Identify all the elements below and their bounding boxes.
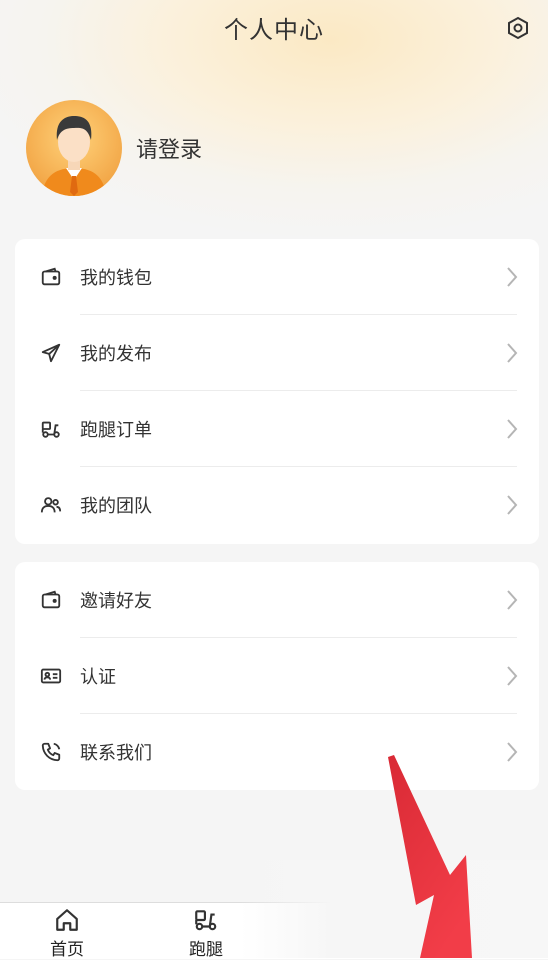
tab-label: 首页 [50, 940, 84, 960]
profile-section: 请登录 [26, 100, 202, 196]
menu-item-label: 邀请好友 [80, 591, 152, 612]
menu-card-primary: 我的钱包 我的发布 跑腿订单 我的团队 [15, 239, 539, 544]
id-card-icon [39, 664, 63, 688]
home-icon [56, 909, 78, 931]
menu-item-label: 联系我们 [80, 743, 152, 764]
chevron-right-icon [505, 588, 519, 612]
menu-item-publish[interactable]: 我的发布 [15, 315, 539, 391]
tab-label: 跑腿 [189, 940, 223, 960]
header: 个人中心 [0, 0, 548, 56]
chevron-right-icon [505, 265, 519, 289]
page-title: 个人中心 [224, 16, 324, 44]
menu-item-label: 认证 [80, 667, 116, 688]
wallet-icon [39, 588, 63, 612]
scooter-icon [39, 417, 63, 441]
tab-home[interactable]: 首页 [32, 907, 102, 960]
login-link[interactable]: 请登录 [136, 132, 202, 164]
menu-item-errand-orders[interactable]: 跑腿订单 [15, 391, 539, 467]
menu-item-label: 跑腿订单 [80, 420, 152, 441]
chevron-right-icon [505, 417, 519, 441]
chevron-right-icon [505, 493, 519, 517]
chevron-right-icon [505, 664, 519, 688]
avatar[interactable] [26, 100, 122, 196]
menu-item-team[interactable]: 我的团队 [15, 467, 539, 543]
menu-item-verification[interactable]: 认证 [15, 638, 539, 714]
menu-item-wallet[interactable]: 我的钱包 [15, 239, 539, 315]
chevron-right-icon [505, 341, 519, 365]
scooter-icon [195, 910, 217, 931]
tab-errand[interactable]: 跑腿 [171, 907, 241, 960]
menu-item-label: 我的团队 [80, 496, 152, 517]
menu-item-invite-friends[interactable]: 邀请好友 [15, 562, 539, 638]
wallet-icon [39, 265, 63, 289]
team-icon [39, 493, 63, 517]
send-icon [39, 341, 63, 365]
menu-item-label: 我的钱包 [80, 268, 152, 289]
phone-icon [39, 740, 63, 764]
settings-icon[interactable] [504, 14, 532, 42]
menu-item-label: 我的发布 [80, 344, 152, 365]
red-arrow-icon [388, 755, 472, 958]
